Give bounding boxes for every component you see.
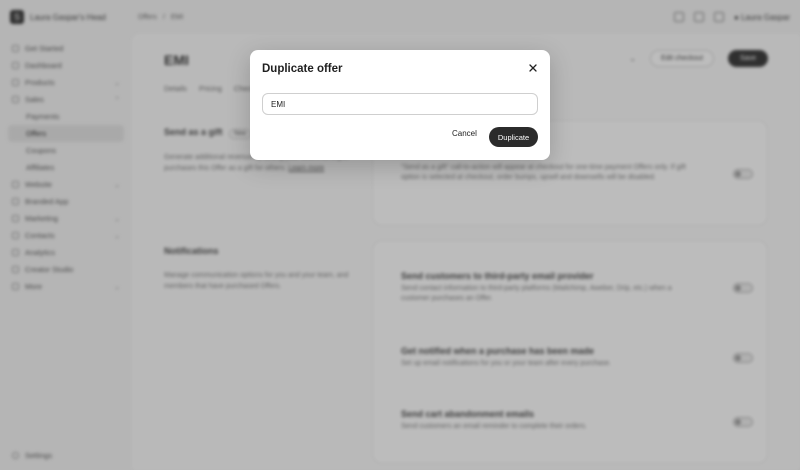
duplicate-offer-dialog: Duplicate offer Cancel Duplicate — [250, 50, 550, 160]
offer-name-input[interactable] — [262, 93, 538, 115]
close-button[interactable] — [526, 61, 540, 75]
cancel-button[interactable]: Cancel — [452, 129, 477, 138]
duplicate-button[interactable]: Duplicate — [489, 127, 538, 147]
dialog-title: Duplicate offer — [262, 63, 343, 75]
close-icon — [529, 64, 537, 72]
